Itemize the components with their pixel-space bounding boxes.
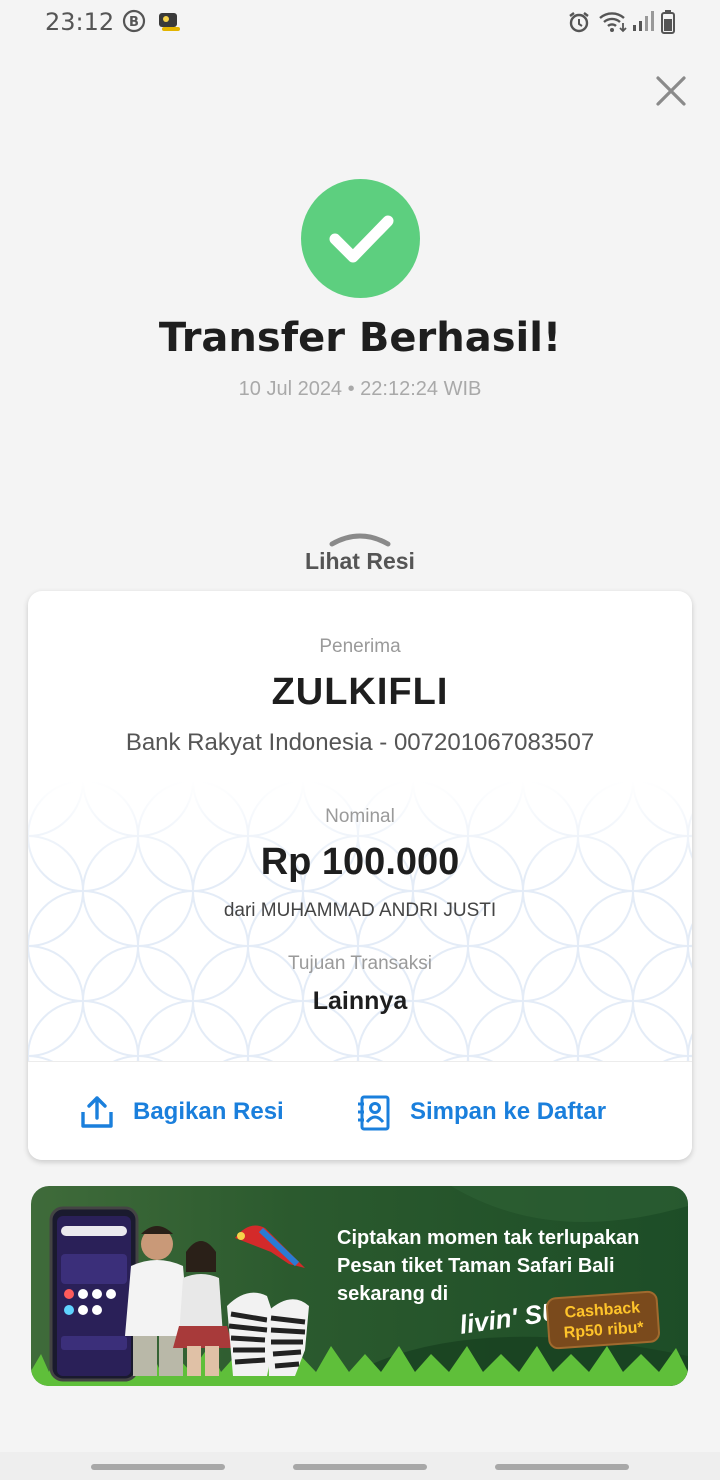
b-badge-icon: B <box>122 9 146 38</box>
chevron-up-icon <box>329 533 391 547</box>
receipt-actions: Bagikan Resi Simpan ke Daftar <box>28 1061 692 1160</box>
receipt-card: Penerima ZULKIFLI Bank Rakyat Indonesia … <box>28 591 692 1160</box>
view-receipt-toggle[interactable]: Lihat Resi <box>260 526 460 586</box>
alarm-icon <box>566 9 592 40</box>
share-icon <box>81 1096 113 1128</box>
share-receipt-label: Bagikan Resi <box>133 1098 284 1125</box>
promo-banner[interactable]: Ciptakan momen tak terlupakan Pesan tike… <box>31 1186 688 1386</box>
success-badge <box>301 179 420 298</box>
status-bar: 23:12 B <box>0 0 720 44</box>
save-to-list-button[interactable]: Simpan ke Daftar <box>356 1062 656 1160</box>
close-icon <box>656 76 686 106</box>
svg-text:B: B <box>129 15 139 30</box>
recipient-bank-account: Bank Rakyat Indonesia - 007201067083507 <box>125 729 595 756</box>
contact-book-icon <box>358 1095 390 1131</box>
banner-line-1: Ciptakan momen tak terlupakan <box>337 1227 640 1249</box>
battery-icon <box>660 9 676 40</box>
checkmark-icon <box>329 215 394 263</box>
nav-recents-button[interactable] <box>91 1464 225 1470</box>
cashback-badge: Cashback Rp50 ribu* <box>545 1290 661 1350</box>
status-time: 23:12 <box>45 8 115 36</box>
share-receipt-button[interactable]: Bagikan Resi <box>78 1062 318 1160</box>
amount-value: Rp 100.000 <box>260 841 460 883</box>
nav-back-button[interactable] <box>495 1464 629 1470</box>
wifi-icon <box>598 9 628 40</box>
purpose-label: Tujuan Transaksi <box>288 953 432 974</box>
view-receipt-label: Lihat Resi <box>305 548 415 574</box>
purpose-value: Lainnya <box>312 987 408 1015</box>
recipient-label: Penerima <box>319 636 401 657</box>
recipient-name: ZULKIFLI <box>271 671 449 713</box>
app-notification-icon <box>156 9 182 38</box>
banner-line-2: Pesan tiket Taman Safari Bali <box>337 1255 615 1277</box>
close-button[interactable] <box>654 74 688 108</box>
sender-name: dari MUHAMMAD ANDRI JUSTI <box>223 900 497 921</box>
system-nav-bar <box>0 1452 720 1480</box>
page-title: Transfer Berhasil! <box>158 315 562 361</box>
transaction-datetime: 10 Jul 2024 • 22:12:24 WIB <box>238 378 482 400</box>
amount-label: Nominal <box>325 806 395 827</box>
signal-icon <box>632 9 654 38</box>
nav-home-button[interactable] <box>293 1464 427 1470</box>
save-to-list-label: Simpan ke Daftar <box>410 1098 607 1125</box>
